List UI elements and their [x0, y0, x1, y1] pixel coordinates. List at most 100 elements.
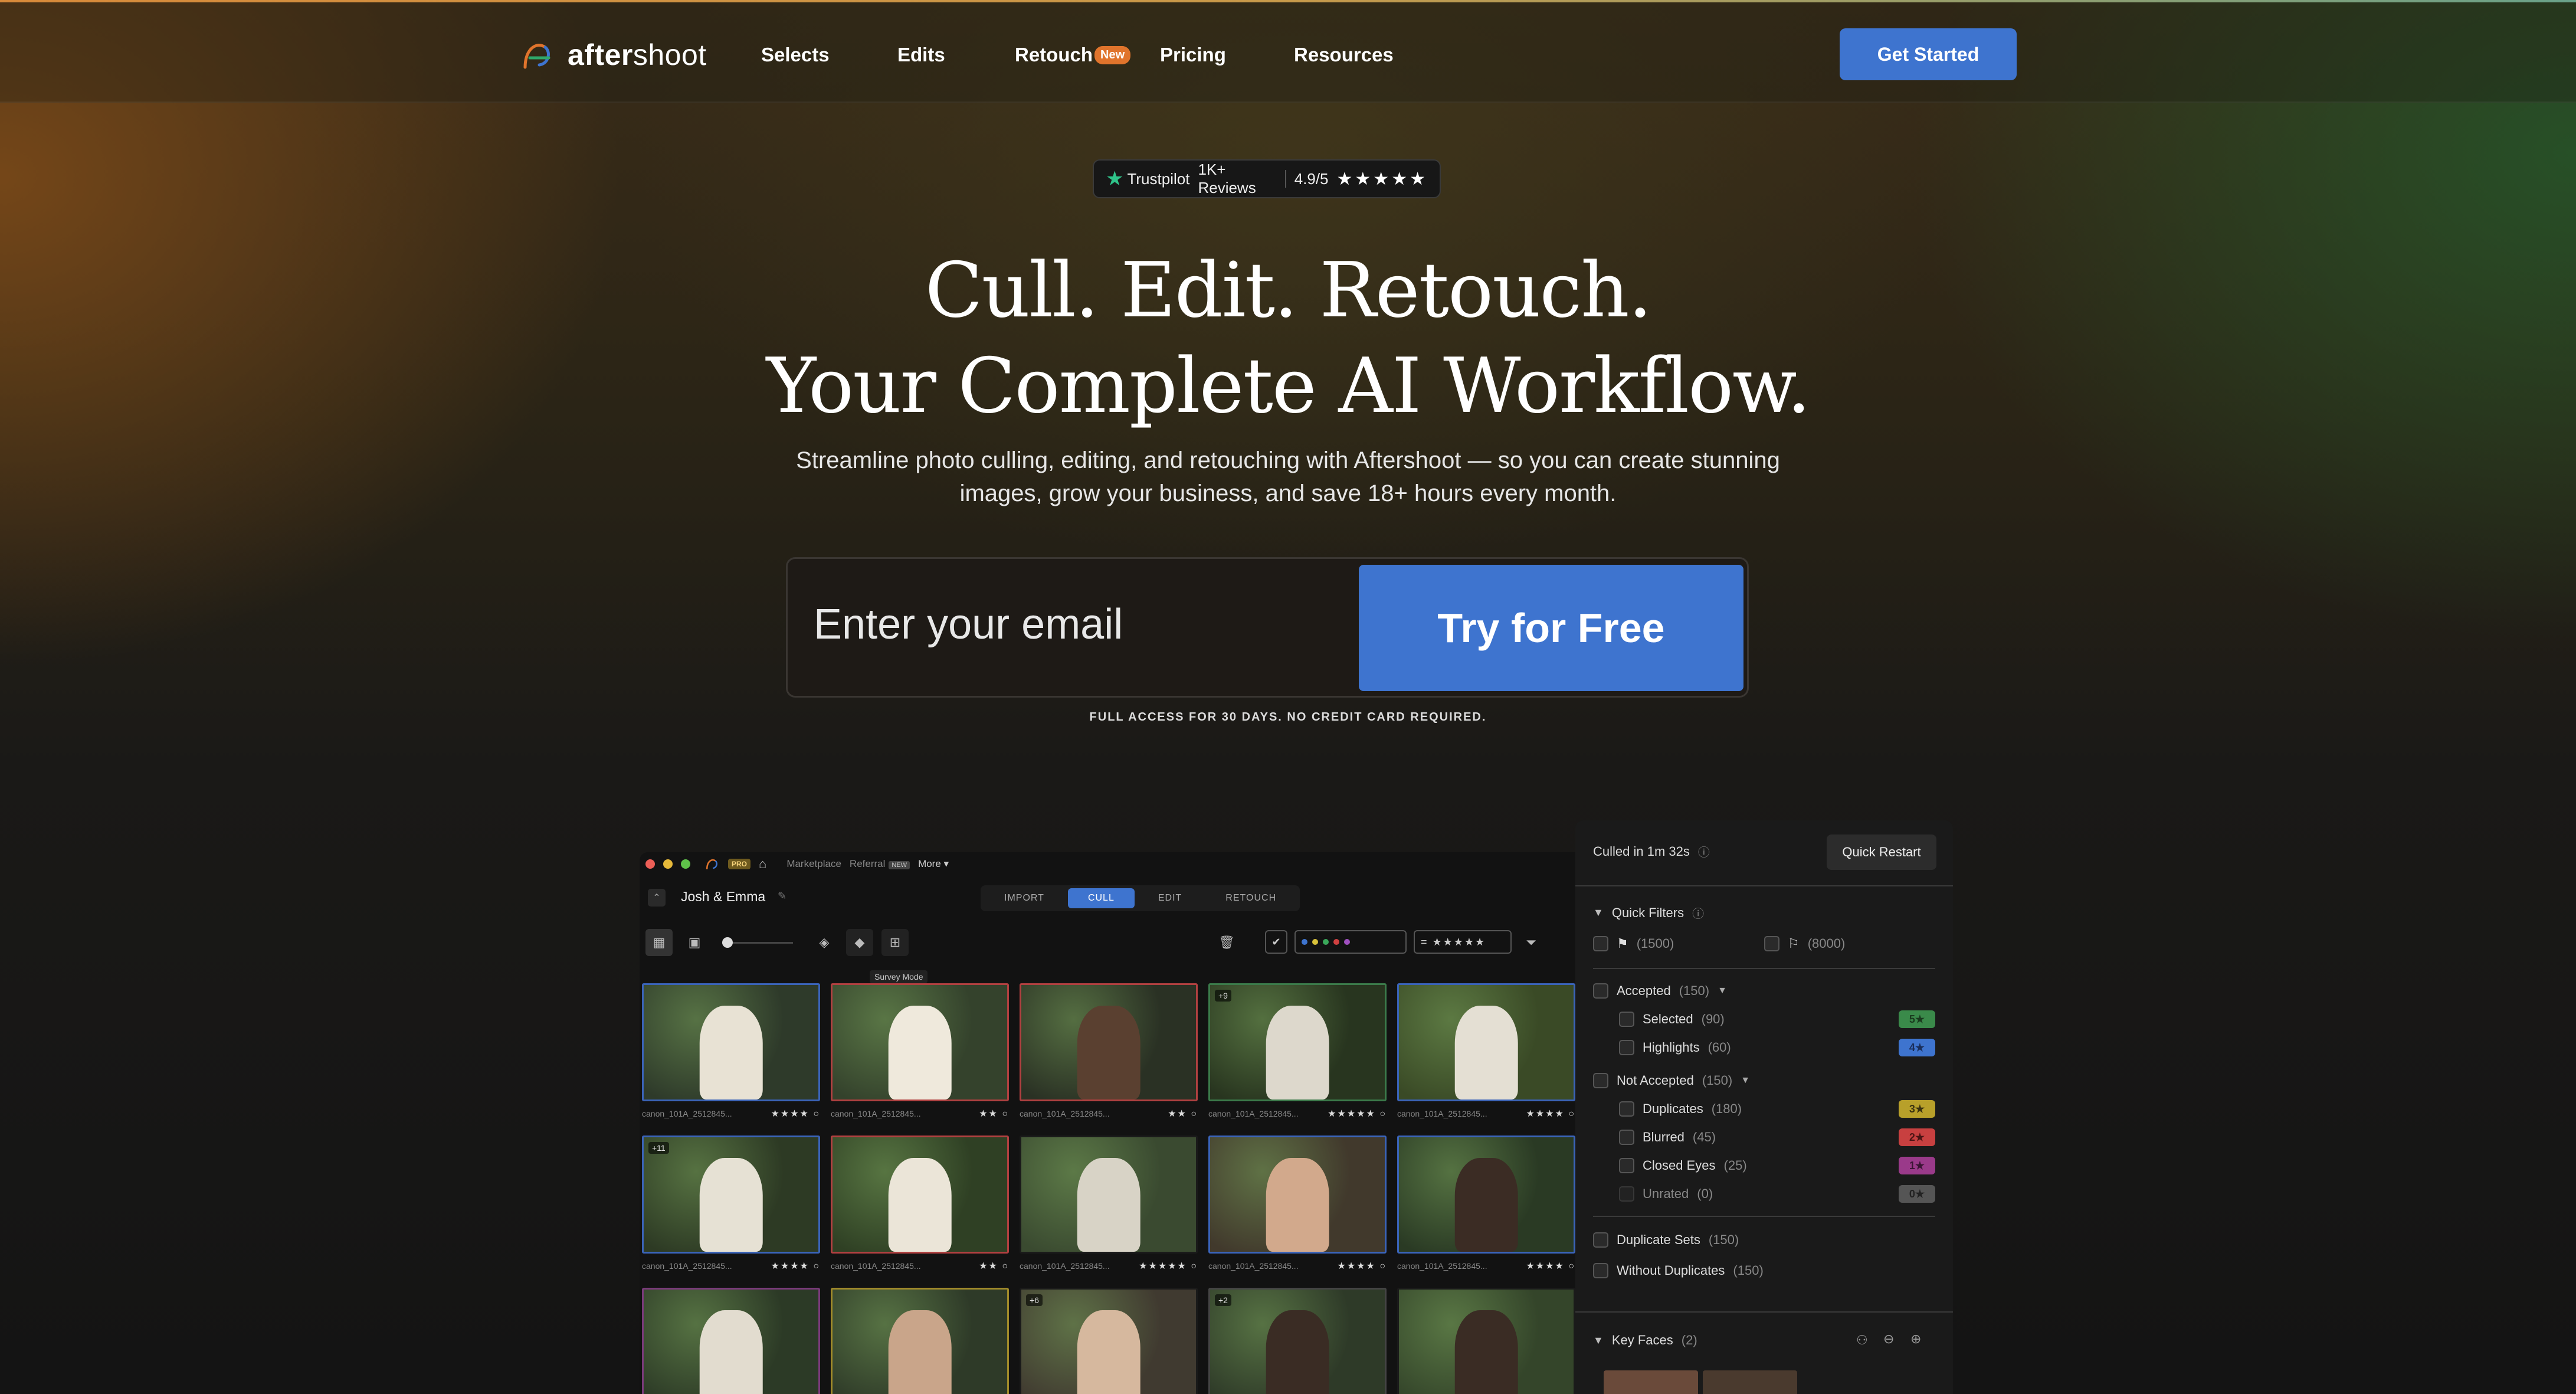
project-name[interactable]: Josh & Emma: [681, 889, 765, 905]
photo-thumbnail[interactable]: [642, 1288, 820, 1394]
photo-image[interactable]: [831, 1136, 1009, 1254]
nav-resources[interactable]: Resources: [1294, 44, 1394, 66]
key-face-thumb[interactable]: [1703, 1370, 1797, 1394]
checkbox[interactable]: [1593, 1073, 1608, 1088]
photo-thumbnail[interactable]: +2: [1208, 1288, 1387, 1394]
filter-not-accepted[interactable]: Not Accepted: [1617, 1073, 1694, 1088]
photo-thumbnail[interactable]: +9 canon_101A_2512845... ★★★★★ ○: [1208, 983, 1387, 1123]
key-face-thumb[interactable]: [1604, 1370, 1698, 1394]
stack-icon[interactable]: ◈: [811, 929, 838, 956]
checkbox[interactable]: [1619, 1158, 1634, 1173]
get-started-button[interactable]: Get Started: [1840, 28, 2017, 80]
zoom-in-icon[interactable]: ⊕: [1910, 1331, 1921, 1347]
checkbox[interactable]: [1619, 1101, 1634, 1117]
zoom-slider-knob[interactable]: [722, 937, 733, 948]
photo-thumbnail[interactable]: canon_101A_2512845... ★★★★ ○: [1397, 983, 1575, 1123]
photo-image[interactable]: [831, 983, 1009, 1101]
photo-image[interactable]: [1397, 1136, 1575, 1254]
color-label-filter[interactable]: [1294, 930, 1407, 954]
filter-highlights[interactable]: Highlights: [1643, 1040, 1700, 1055]
accepted-filter-icon[interactable]: ✔: [1265, 930, 1287, 954]
photo-rating[interactable]: ★★★★ ○: [1526, 1260, 1575, 1272]
photo-thumbnail[interactable]: canon_101A_2512845... ★★ ○: [1020, 983, 1198, 1123]
checkbox[interactable]: [1619, 1130, 1634, 1145]
home-icon[interactable]: ⌂: [759, 856, 766, 872]
nav-pricing[interactable]: Pricing: [1160, 44, 1226, 66]
nav-selects[interactable]: Selects: [761, 44, 830, 66]
photo-thumbnail[interactable]: [1397, 1288, 1575, 1394]
photo-image[interactable]: [1020, 1136, 1198, 1254]
checkbox[interactable]: [1593, 1263, 1608, 1278]
photo-thumbnail[interactable]: +11 canon_101A_2512845... ★★★★ ○: [642, 1136, 820, 1275]
photo-thumbnail[interactable]: +6: [1020, 1288, 1198, 1394]
tab-cull[interactable]: CULL: [1067, 888, 1135, 908]
photo-image[interactable]: [642, 983, 820, 1101]
collapse-icon[interactable]: ▼: [1593, 1334, 1604, 1347]
single-view-icon[interactable]: ▣: [681, 929, 708, 956]
faces-settings-icon[interactable]: ⚇: [1856, 1333, 1868, 1348]
photo-image[interactable]: +6: [1020, 1288, 1198, 1394]
photo-rating[interactable]: ★★★★★ ○: [1139, 1260, 1198, 1272]
photo-thumbnail[interactable]: canon_101A_2512845... ★★★★ ○: [642, 983, 820, 1123]
photo-image[interactable]: [1020, 983, 1198, 1101]
photo-image[interactable]: [1397, 1288, 1575, 1394]
checkbox[interactable]: [1593, 1232, 1608, 1248]
photo-image[interactable]: +9: [1208, 983, 1387, 1101]
back-icon[interactable]: ⌃: [648, 889, 666, 907]
filter-icon[interactable]: ⏷: [1518, 929, 1545, 956]
window-close-icon[interactable]: [645, 859, 655, 869]
photo-image[interactable]: [642, 1288, 820, 1394]
zoom-out-icon[interactable]: ⊖: [1883, 1331, 1894, 1347]
photo-image[interactable]: [1397, 983, 1575, 1101]
trustpilot-badge[interactable]: ★ Trustpilot 1K+ Reviews 4.9/5 ★★★★★: [1093, 159, 1441, 198]
tab-import[interactable]: IMPORT: [984, 888, 1064, 908]
menu-referral[interactable]: Referral NEW: [850, 858, 910, 870]
nav-edits[interactable]: Edits: [897, 44, 945, 66]
photo-rating[interactable]: ★★ ○: [979, 1108, 1009, 1120]
tab-retouch[interactable]: RETOUCH: [1205, 888, 1296, 908]
window-maximize-icon[interactable]: [681, 859, 690, 869]
filter-blurred[interactable]: Blurred: [1643, 1130, 1684, 1145]
photo-thumbnail[interactable]: canon_101A_2512845... ★★★★★ ○: [1020, 1136, 1198, 1275]
try-for-free-button[interactable]: Try for Free: [1359, 565, 1743, 691]
photo-rating[interactable]: ★★★★ ○: [1338, 1260, 1387, 1272]
photo-thumbnail[interactable]: canon_101A_2512845... ★★★★ ○: [1397, 1136, 1575, 1275]
star-filter[interactable]: = ★★★★★: [1414, 930, 1512, 954]
chevron-down-icon[interactable]: ▼: [1718, 986, 1727, 996]
email-input[interactable]: [814, 600, 1286, 649]
tab-edit[interactable]: EDIT: [1138, 888, 1202, 908]
filter-closed-eyes[interactable]: Closed Eyes: [1643, 1158, 1716, 1173]
checkbox[interactable]: [1619, 1040, 1634, 1055]
photo-rating[interactable]: ★★★★★ ○: [1328, 1108, 1387, 1120]
photo-rating[interactable]: ★★ ○: [1168, 1108, 1198, 1120]
checkbox[interactable]: [1593, 983, 1608, 999]
menu-marketplace[interactable]: Marketplace: [786, 858, 841, 870]
photo-thumbnail[interactable]: canon_101A_2512845... ★★★★ ○: [1208, 1136, 1387, 1275]
checkbox[interactable]: [1619, 1012, 1634, 1027]
chevron-down-icon[interactable]: ▼: [1741, 1075, 1750, 1086]
filter-duplicate-sets[interactable]: Duplicate Sets: [1617, 1232, 1700, 1248]
photo-thumbnail[interactable]: canon_101A_2512845... ★★ ○: [831, 983, 1009, 1123]
nav-retouch[interactable]: Retouch: [1015, 44, 1093, 66]
photo-rating[interactable]: ★★★★ ○: [771, 1108, 820, 1120]
window-minimize-icon[interactable]: [663, 859, 673, 869]
layers-icon[interactable]: ◆: [846, 929, 873, 956]
photo-image[interactable]: +2: [1208, 1288, 1387, 1394]
delete-icon[interactable]: 🗑: [1213, 929, 1240, 956]
menu-more[interactable]: More ▾: [918, 858, 949, 870]
photo-thumbnail[interactable]: [831, 1288, 1009, 1394]
zoom-slider-track[interactable]: [722, 942, 793, 944]
edit-name-icon[interactable]: ✎: [778, 890, 786, 902]
photo-rating[interactable]: ★★ ○: [979, 1260, 1009, 1272]
info-icon[interactable]: ⓘ: [1698, 843, 1710, 860]
filter-duplicates[interactable]: Duplicates: [1643, 1101, 1703, 1117]
photo-image[interactable]: +11: [642, 1136, 820, 1254]
checkbox[interactable]: [1764, 936, 1779, 951]
checkbox[interactable]: [1593, 936, 1608, 951]
photo-rating[interactable]: ★★★★ ○: [771, 1260, 820, 1272]
survey-mode-icon[interactable]: ⊞: [881, 929, 909, 956]
filter-selected[interactable]: Selected: [1643, 1012, 1693, 1027]
checkbox[interactable]: [1619, 1186, 1634, 1202]
photo-thumbnail[interactable]: canon_101A_2512845... ★★ ○: [831, 1136, 1009, 1275]
grid-view-icon[interactable]: ▦: [645, 929, 673, 956]
